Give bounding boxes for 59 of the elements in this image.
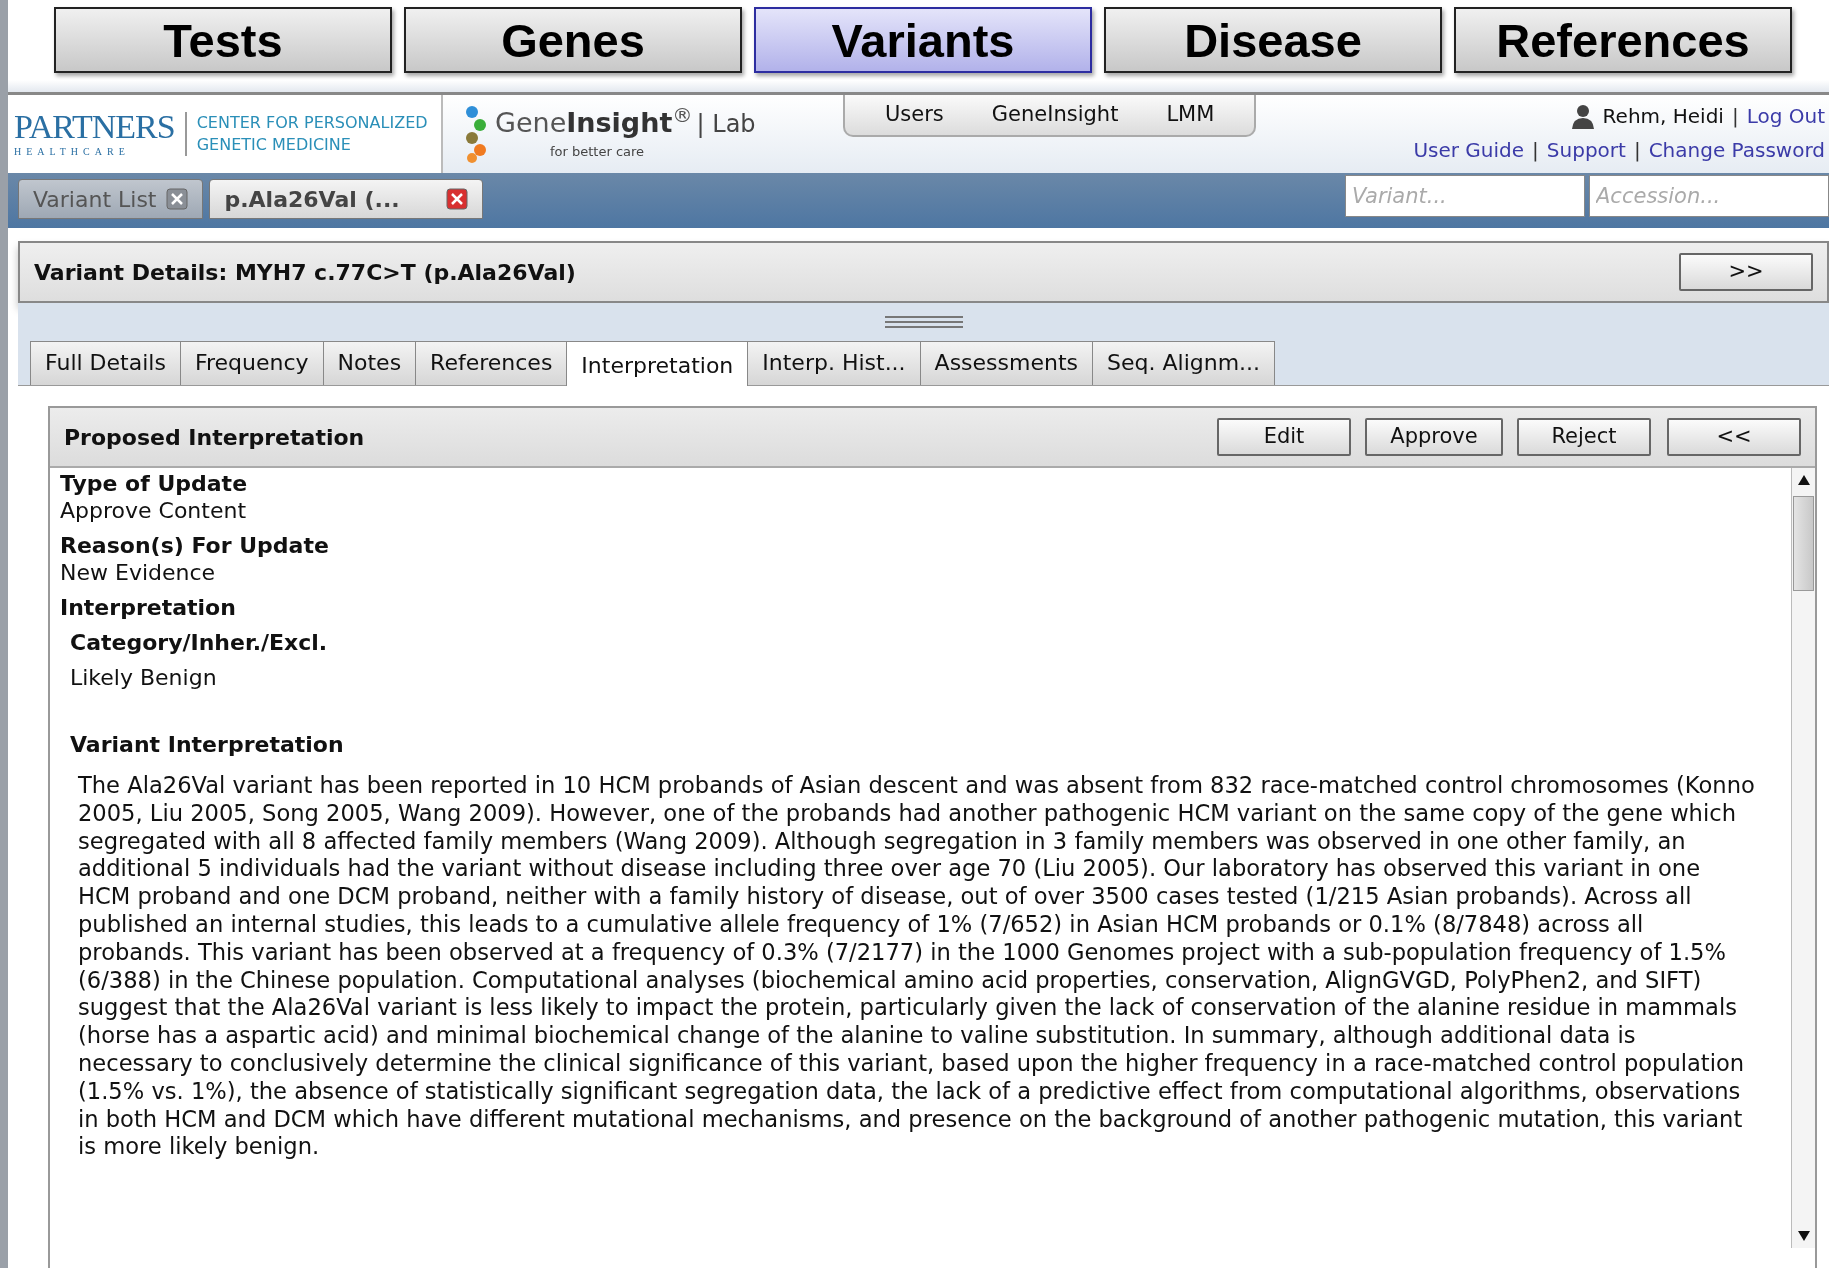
document-tab[interactable]: Variant List [18,179,204,219]
user-icon [1570,103,1595,129]
logo-text: PARTNERS [14,109,175,144]
logout-link[interactable]: Log Out [1746,99,1825,133]
nav-tab[interactable]: Variants [754,7,1092,73]
scrollbar[interactable] [1791,468,1815,1248]
splitter-handle-icon[interactable] [884,315,963,329]
close-icon[interactable] [166,188,189,210]
detail-tab[interactable]: Full Details [30,341,181,385]
field-label: Reason(s) For Update [60,532,330,559]
field-value: New Evidence [60,559,217,586]
tagline: for better care [550,143,646,162]
search-field[interactable]: Variant... [1345,175,1585,217]
scroll-down-icon[interactable] [1797,1231,1810,1241]
close-icon[interactable] [445,188,468,210]
scroll-up-icon[interactable] [1797,475,1810,485]
separator: | [1731,103,1739,130]
user-name: Rehm, Heidi [1602,103,1724,130]
header-link[interactable]: Change Password [1648,138,1825,162]
field-value: Likely Benign [70,664,218,691]
detail-tab[interactable]: Interp. Hist... [747,341,921,385]
panel-title: Variant Details: MYH7 c.77C>T (p.Ala26Val) [34,258,576,287]
field-value: Approve Content [60,497,248,524]
document-tab[interactable]: p.Ala26Val (... [209,179,483,219]
separator: | [1532,138,1539,162]
detail-tab[interactable]: Interpretation [566,341,749,386]
detail-tab[interactable]: Notes [322,341,417,385]
logo-text: GENETIC MEDICINE [196,134,352,156]
logo-text: CENTER FOR PERSONALIZED [196,112,428,134]
header-link[interactable]: User Guide [1413,138,1525,162]
detail-tab[interactable]: References [415,341,568,385]
nav-tab[interactable]: Tests [54,7,392,73]
nav-tab[interactable]: Genes [404,7,742,73]
scroll-thumb[interactable] [1793,496,1814,591]
detail-tab[interactable]: Assessments [919,341,1094,385]
field-label: Category/Inher./Excl. [70,629,329,656]
detail-tab[interactable]: Frequency [179,341,324,385]
dots-logo-icon [463,105,489,163]
header-link[interactable]: Support [1546,138,1626,162]
brand-suffix: | Lab [696,109,756,141]
interpretation-text: The Ala26Val variant has been reported in 10 HCM probands of Asian descent and was absent from 832 race-matched control chromosomes (Konno 2005, Liu 2005, Song 2005, Wang 2009). However, one of the probands had another pathogenic HCM variant on the same copy of the gene which segregated with all 8 affected family members (Wang 2009). Although segregation in 3 family members was observed in one other family, an additional 5 individuals had the variant without disease including three over age 70 (Liu 2005). Our laboratory has observed this variant in one HCM proband and one DCM proband, neither with a family history of disease, out of over 3500 cases tested (1/215 Asian probands). Across all published an internal studies, this leads to a cumulative allele frequency of 1% (7/652) in Asian HCM probands or 0.1% (8/7848) across all probands. This variant has been observed at a frequency of 0.3% (7/2177) in the 1000 Genomes project with a sub-population frequency of 1.5% (6/388) in the Chinese population. Computational analyses (biochemical amino acid properties, conservation, AlignGVGD, PolyPhen2, and SIFT) suggest that the Ala26Val variant is less likely to impact the protein, particularly given the lack of conservation of the alanine residue in mammals (horse has a aspartic acid) and minimal biochemical change of the alanine to valine substitution. In summary, although additional data is necessary to conclusively determine the clinical significance of this variant, based upon the higher frequency in a race-matched control population (1.5% vs. 1%), the absence of statistically significant segregation data, the lack of a predictive effect from computational algorithms, observations in both HCM and DCM which have different mutational mechanisms, and presence on the background of another pathogenic mutation, this variant is more likely benign. [78,772,1756,1162]
menu-item[interactable]: Users [885,99,944,131]
menu-item[interactable]: LMM [1166,99,1215,131]
section-heading: Interpretation [60,594,237,621]
separator: | [1633,138,1641,162]
panel-title: Proposed Interpretation [64,423,365,452]
action-button[interactable]: Edit [1217,418,1351,456]
action-button[interactable]: Reject [1517,418,1651,456]
logo-subtext: HEALTHCARE [14,144,131,159]
nav-tab[interactable]: Disease [1104,7,1442,73]
brand-name: GeneInsight$^{®}$ [495,109,693,137]
field-label: Variant Interpretation [70,731,345,758]
action-button[interactable]: Approve [1365,418,1503,456]
field-label: Type of Update [60,470,249,497]
menu-item[interactable]: GeneInsight [991,99,1119,131]
expand-button[interactable]: >> [1679,253,1813,291]
action-button[interactable]: << [1667,418,1801,456]
detail-tab[interactable]: Seq. Alignm... [1092,341,1276,385]
nav-tab[interactable]: References [1454,7,1792,73]
